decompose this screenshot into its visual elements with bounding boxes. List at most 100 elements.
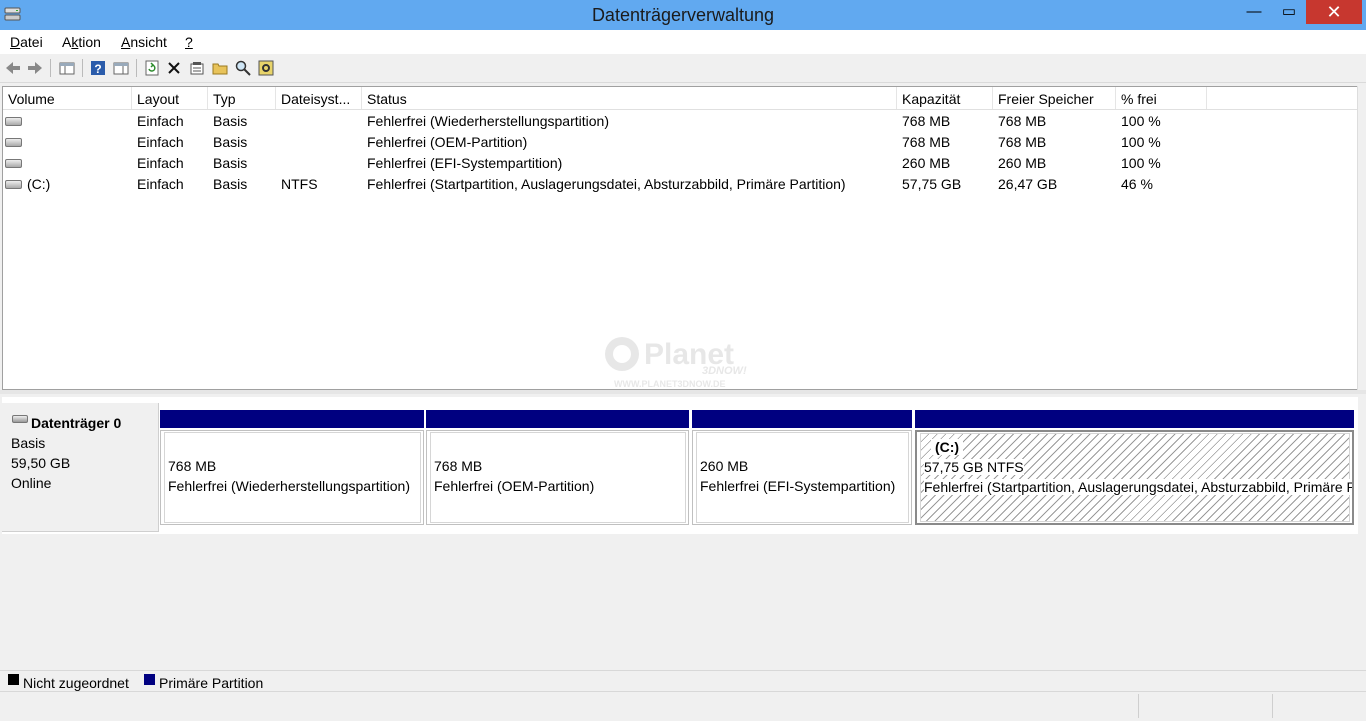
menu-accel: D [10,34,21,50]
cell-layout: Einfach [137,176,184,192]
menu-text: A [62,34,72,50]
search-icon[interactable] [234,59,252,77]
cell-kapazitaet: 768 MB [902,113,951,129]
disk-size: 59,50 GB [11,455,71,471]
disk-info[interactable]: Datenträger 0 Basis 59,50 GB Online [2,403,159,532]
partition-type-bar [160,410,424,428]
pane-splitter[interactable] [0,390,1366,394]
refresh-icon[interactable] [143,59,161,77]
vertical-scrollbar[interactable] [1357,86,1366,390]
column-header-dateisystem[interactable]: Dateisyst... [276,87,362,109]
partition-status: Fehlerfrei (Startpartition, Auslagerungs… [924,479,1352,495]
minimize-button[interactable]: — [1236,0,1272,24]
window-title: Datenträgerverwaltung [591,5,775,25]
cell-prozent-frei: 100 % [1121,155,1161,171]
partition-size: 768 MB [434,458,483,474]
partition-body: 768 MB Fehlerfrei (OEM-Partition) [426,430,689,525]
svg-text:?: ? [94,62,101,76]
maximize-button[interactable]: ▭ [1271,0,1307,24]
disk-state: Online [11,475,52,491]
column-header-freier-speicher[interactable]: Freier Speicher [993,87,1116,109]
partition-label: (C:) [931,439,964,455]
partition-recovery[interactable]: 768 MB Fehlerfrei (Wiederherstellungspar… [160,410,424,525]
cell-layout: Einfach [137,155,184,171]
column-header-status[interactable]: Status [362,87,897,109]
column-header-layout[interactable]: Layout [132,87,208,109]
cell-prozent-frei: 100 % [1121,134,1161,150]
volume-icon [5,138,22,147]
toolbar-separator [50,59,51,77]
open-icon[interactable] [211,59,229,77]
partition-c[interactable]: (C:) 57,75 GB NTFS Fehlerfrei (Startpart… [915,410,1354,525]
table-row[interactable]: Einfach Basis Fehlerfrei (EFI-Systempart… [3,153,1359,174]
console-tree-icon[interactable] [58,59,76,77]
menu-datei[interactable]: Datei [10,34,43,50]
column-header-prozent-frei[interactable]: % frei [1116,87,1207,109]
close-button[interactable]: ✕ [1306,0,1362,24]
menu-accel: ? [185,34,193,50]
partition-status: Fehlerfrei (OEM-Partition) [434,478,595,494]
partition-size: 57,75 GB NTFS [924,459,1024,475]
menu-ansicht[interactable]: Ansicht [121,34,167,50]
cell-typ: Basis [213,134,248,150]
status-separator [1138,694,1139,718]
watermark-sub: 3DNOW! [702,365,747,377]
menu-bar: Datei Aktion Ansicht ? [0,30,1366,54]
disk-type: Basis [11,435,46,451]
help-icon[interactable]: ? [89,59,107,77]
cell-prozent-frei: 100 % [1121,113,1161,129]
partition-efi[interactable]: 260 MB Fehlerfrei (EFI-Systempartition) [692,410,912,525]
partition-type-bar [692,410,912,428]
menu-aktion[interactable]: Aktion [62,34,101,50]
cell-status: Fehlerfrei (OEM-Partition) [367,134,528,150]
watermark-url: WWW.PLANET3DNOW.DE [614,379,726,389]
legend-swatch-unallocated [8,674,19,685]
cell-status: Fehlerfrei (Wiederherstellungspartition) [367,113,609,129]
legend-swatch-primary [144,674,155,685]
disk-map-panel: Datenträger 0 Basis 59,50 GB Online 768 … [2,397,1358,534]
cell-dateisystem: NTFS [281,176,318,192]
table-row[interactable]: (C:) Einfach Basis NTFS Fehlerfrei (Star… [3,174,1359,195]
column-header-kapazitaet[interactable]: Kapazität [897,87,993,109]
column-header-volume[interactable]: Volume [3,87,132,109]
cell-kapazitaet: 260 MB [902,155,951,171]
properties-pane-icon[interactable] [112,59,130,77]
partition-type-bar [426,410,689,428]
cell-typ: Basis [213,176,248,192]
cell-freier-speicher: 768 MB [998,134,1047,150]
column-header-typ[interactable]: Typ [208,87,276,109]
partition-oem[interactable]: 768 MB Fehlerfrei (OEM-Partition) [426,410,689,525]
disk-icon [12,415,28,423]
delete-icon[interactable] [165,59,183,77]
properties-icon[interactable] [188,59,206,77]
partition-status: Fehlerfrei (Wiederherstellungspartition) [168,478,410,494]
back-icon[interactable] [4,59,22,77]
table-row[interactable]: Einfach Basis Fehlerfrei (Wiederherstell… [3,111,1359,132]
menu-help[interactable]: ? [185,34,193,50]
title-bar: Datenträgerverwaltung — ▭ ✕ [0,0,1366,30]
settings-icon[interactable] [257,59,275,77]
partition-size: 260 MB [700,458,749,474]
volume-list-header: Volume Layout Typ Dateisyst... Status Ka… [3,87,1359,110]
legend-label-unallocated: Nicht zugeordnet [23,675,129,691]
cell-prozent-frei: 46 % [1121,176,1153,192]
volume-icon [5,180,22,189]
menu-accel: A [121,34,131,50]
status-bar [0,691,1366,721]
cell-layout: Einfach [137,134,184,150]
menu-text: atei [20,34,43,50]
cell-status: Fehlerfrei (Startpartition, Auslagerungs… [367,176,846,192]
partition-type-bar [915,410,1354,428]
toolbar-separator [136,59,137,77]
cell-typ: Basis [213,113,248,129]
disk-name: Datenträger 0 [31,415,122,431]
partition-body: (C:) 57,75 GB NTFS Fehlerfrei (Startpart… [915,430,1354,525]
cell-freier-speicher: 768 MB [998,113,1047,129]
partition-status: Fehlerfrei (EFI-Systempartition) [700,478,896,494]
toolbar-separator [82,59,83,77]
volume-icon [5,117,22,126]
toolbar: ? [0,54,1366,83]
forward-icon[interactable] [26,59,44,77]
cell-kapazitaet: 57,75 GB [902,176,962,192]
table-row[interactable]: Einfach Basis Fehlerfrei (OEM-Partition)… [3,132,1359,153]
